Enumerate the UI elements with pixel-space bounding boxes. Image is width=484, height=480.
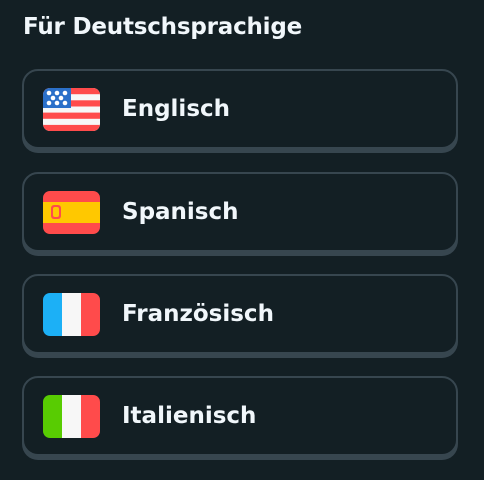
spain-flag-icon (43, 191, 100, 234)
language-label-french: Französisch (122, 301, 274, 327)
language-option-english[interactable]: Englisch (22, 69, 458, 149)
language-label-english: Englisch (122, 96, 231, 122)
section-title: Für Deutschsprachige (23, 14, 303, 40)
france-flag-icon (43, 293, 100, 336)
language-label-spanish: Spanisch (122, 199, 239, 225)
language-label-italian: Italienisch (122, 403, 257, 429)
italy-flag-icon (43, 395, 100, 438)
language-option-spanish[interactable]: Spanisch (22, 172, 458, 252)
language-option-italian[interactable]: Italienisch (22, 376, 458, 456)
language-option-french[interactable]: Französisch (22, 274, 458, 354)
us-flag-icon (43, 88, 100, 131)
